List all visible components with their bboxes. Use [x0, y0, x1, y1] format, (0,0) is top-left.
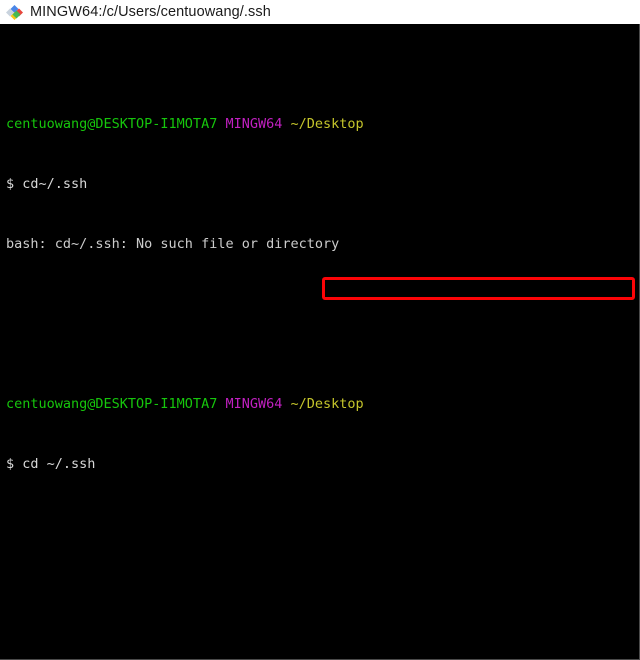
terminal-screen: centuowang@DESKTOP-I1MOTA7 MINGW64 ~/Des…: [6, 34, 639, 659]
prompt-userhost: centuowang@DESKTOP-I1MOTA7: [6, 396, 218, 412]
prompt-symbol: $: [6, 456, 15, 472]
mintty-diamond-icon: [6, 4, 23, 20]
prompt-symbol: $: [6, 176, 15, 192]
terminal-body[interactable]: centuowang@DESKTOP-I1MOTA7 MINGW64 ~/Des…: [0, 24, 640, 660]
prompt-userhost: centuowang@DESKTOP-I1MOTA7: [6, 116, 218, 132]
prompt-line: centuowang@DESKTOP-I1MOTA7 MINGW64 ~/Des…: [6, 394, 639, 414]
prompt-shell: MINGW64: [225, 396, 283, 412]
command-line: $ cd~/.ssh: [6, 174, 639, 194]
prompt-shell: MINGW64: [225, 116, 283, 132]
prompt-path: ~/Desktop: [290, 396, 364, 412]
title-bar: MINGW64:/c/Users/centuowang/.ssh: [0, 0, 640, 24]
prompt-line: centuowang@DESKTOP-I1MOTA7 MINGW64 ~/Des…: [6, 114, 639, 134]
output-line: bash: cd~/.ssh: No such file or director…: [6, 236, 340, 252]
command-line: $ cd ~/.ssh: [6, 454, 639, 474]
command-text: cd ~/.ssh: [22, 456, 96, 472]
command-text: cd~/.ssh: [22, 176, 88, 192]
window-title: MINGW64:/c/Users/centuowang/.ssh: [30, 4, 271, 20]
terminal-window: MINGW64:/c/Users/centuowang/.ssh centuow…: [0, 0, 640, 660]
prompt-path: ~/Desktop: [290, 116, 364, 132]
